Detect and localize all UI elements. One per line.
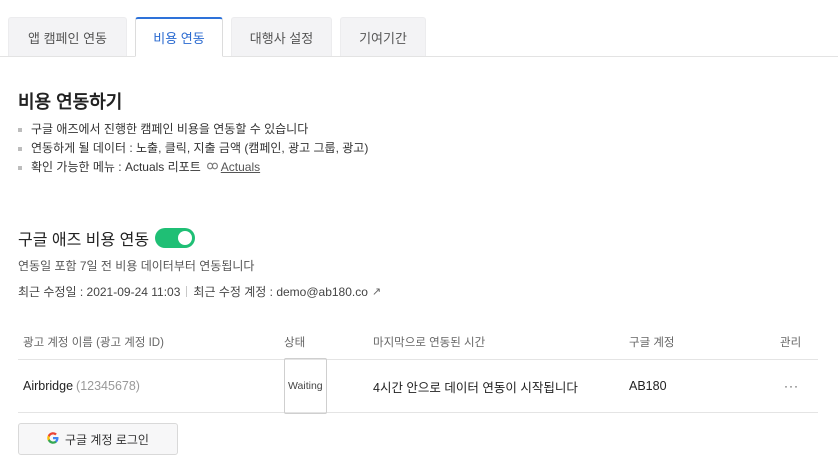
table-row: Airbridge (12345678) Waiting 4시간 안으로 데이터 …: [18, 358, 818, 414]
bullet-icon: [18, 146, 22, 151]
column-header-last-sync: 마지막으로 연동된 시간: [373, 336, 486, 349]
tab-attribution-window[interactable]: 기여기간: [340, 17, 426, 56]
tab-app-campaign[interactable]: 앱 캠페인 연동: [8, 17, 127, 56]
last-modified-account: 최근 수정 계정 : demo@ab180.co: [193, 285, 368, 299]
column-header-google-account: 구글 계정: [629, 336, 675, 349]
info-list: 구글 애즈에서 진행한 캠페인 비용을 연동할 수 있습니다 연동하게 될 데이…: [18, 120, 368, 177]
cost-integration-toggle[interactable]: [155, 228, 196, 248]
google-login-button[interactable]: 구글 계정 로그인: [18, 423, 178, 455]
google-ads-section-title: 구글 애즈 비용 연동: [18, 226, 196, 250]
tab-agency-settings[interactable]: 대행사 설정: [231, 17, 332, 56]
list-item: 연동하게 될 데이터 : 노출, 클릭, 지출 금액 (캠페인, 광고 그룹, …: [18, 139, 368, 158]
column-header-manage: 관리: [780, 336, 802, 349]
external-link-icon[interactable]: ↗: [372, 285, 381, 298]
google-icon: [47, 431, 59, 447]
bullet-icon: [18, 165, 22, 170]
integration-description: 연동일 포함 7일 전 비용 데이터부터 연동됩니다: [18, 259, 255, 273]
bullet-icon: [18, 127, 22, 132]
status-cell: Waiting: [284, 358, 327, 414]
google-account-cell: AB180: [629, 379, 667, 393]
section-title: 비용 연동하기: [18, 92, 123, 112]
tab-cost-integration[interactable]: 비용 연동: [135, 17, 223, 57]
link-icon: [206, 158, 218, 177]
tab-bar: 앱 캠페인 연동 비용 연동 대행사 설정 기여기간: [0, 0, 838, 57]
account-id: (12345678): [76, 379, 140, 393]
modification-info: 최근 수정일 : 2021-09-24 11:03 최근 수정 계정 : dem…: [18, 283, 381, 300]
table-header: 광고 계정 이름 (광고 계정 ID) 상태 마지막으로 연동된 시간 구글 계…: [18, 324, 818, 360]
more-options-icon[interactable]: ···: [784, 360, 799, 412]
status-badge: Waiting: [284, 358, 327, 414]
list-item: 구글 애즈에서 진행한 캠페인 비용을 연동할 수 있습니다: [18, 120, 368, 139]
column-header-status: 상태: [284, 336, 306, 349]
list-item: 확인 가능한 메뉴 : Actuals 리포트 Actuals: [18, 158, 368, 177]
last-sync-cell: 4시간 안으로 데이터 연동이 시작됩니다: [373, 380, 578, 395]
toggle-knob: [178, 231, 193, 245]
actuals-link[interactable]: Actuals: [221, 158, 260, 177]
column-header-account: 광고 계정 이름 (광고 계정 ID): [23, 336, 164, 349]
divider: [186, 286, 188, 297]
last-modified-date: 최근 수정일 : 2021-09-24 11:03: [18, 285, 181, 299]
account-name-cell: Airbridge (12345678): [23, 360, 140, 412]
ad-account-table: 광고 계정 이름 (광고 계정 ID) 상태 마지막으로 연동된 시간 구글 계…: [18, 324, 818, 414]
